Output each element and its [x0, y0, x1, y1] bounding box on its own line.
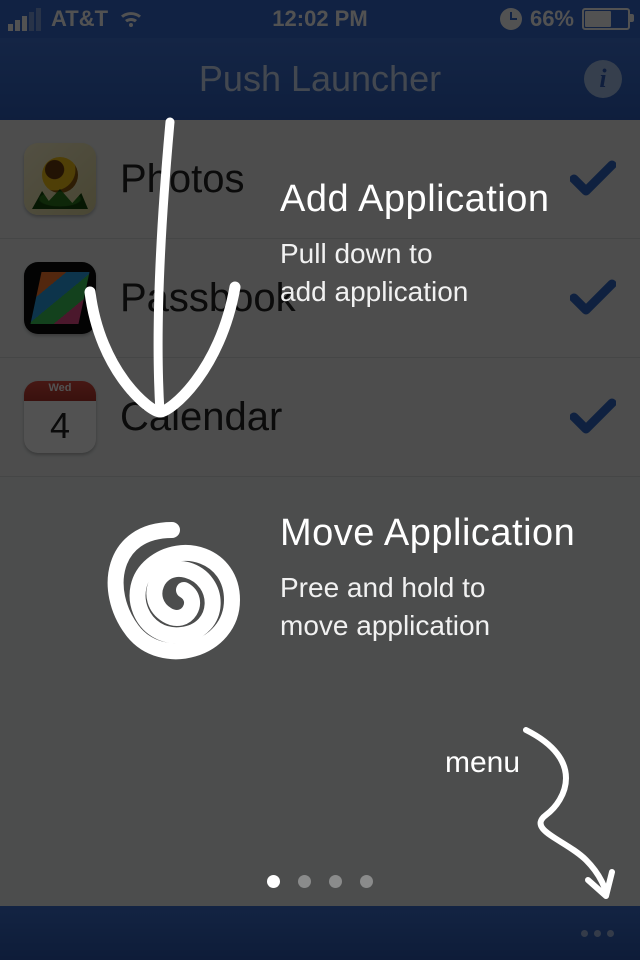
page-dot[interactable] — [298, 875, 311, 888]
tip-add-application: Add Application Pull down to add applica… — [280, 178, 610, 311]
tutorial-overlay[interactable]: Add Application Pull down to add applica… — [0, 0, 640, 960]
tip-move-application: Move Application Pree and hold to move a… — [280, 512, 620, 645]
tip-title: Add Application — [280, 178, 610, 221]
page-dot[interactable] — [329, 875, 342, 888]
screen: AT&T 12:02 PM 66% Push Launcher i Photos — [0, 0, 640, 960]
menu-arrow-icon — [506, 720, 626, 900]
tip-title: Move Application — [280, 512, 620, 555]
tip-desc: Pree and hold to move application — [280, 569, 620, 645]
pull-down-arrow-icon — [60, 112, 260, 432]
press-hold-scribble-icon — [72, 500, 272, 700]
page-dot[interactable] — [360, 875, 373, 888]
tip-desc: Pull down to add application — [280, 235, 610, 311]
page-indicator — [0, 875, 640, 888]
page-dot[interactable] — [267, 875, 280, 888]
